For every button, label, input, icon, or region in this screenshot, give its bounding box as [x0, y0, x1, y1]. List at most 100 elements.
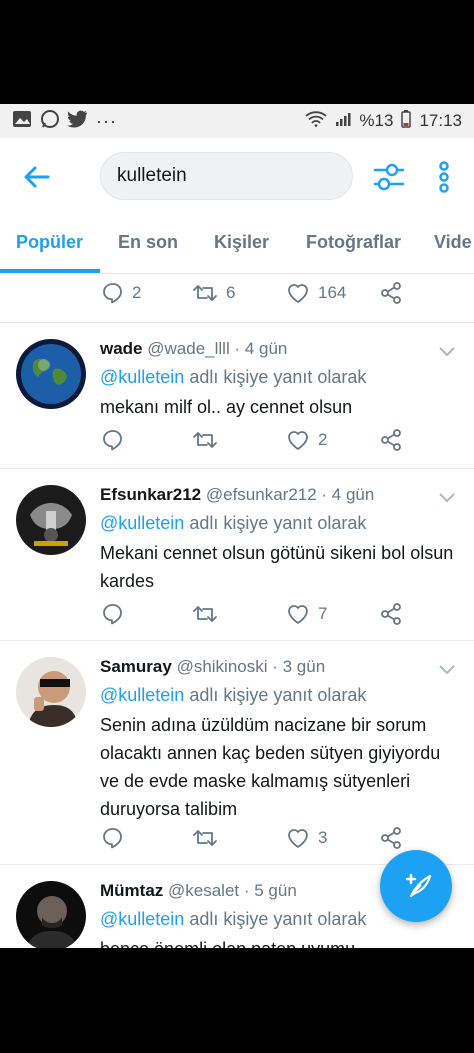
- tweet-header: wade @wade_llll · 4 gün: [100, 339, 287, 359]
- share-button[interactable]: [380, 429, 402, 451]
- chevron-down-icon[interactable]: [438, 663, 456, 675]
- like-count: 164: [318, 283, 347, 302]
- active-tab-indicator: [0, 269, 100, 273]
- retweet-icon: [192, 827, 218, 849]
- reply-context: @kulletein adlı kişiye yanıt olarak: [100, 367, 366, 388]
- tab-people[interactable]: Kişiler: [214, 232, 269, 253]
- tweet-header: Efsunkar212 @efsunkar212 · 4 gün: [100, 485, 374, 505]
- reply-context-label: adlı kişiye yanıt olarak: [184, 909, 367, 929]
- clock: 17:13: [419, 111, 462, 130]
- tab-photos[interactable]: Fotoğraflar: [306, 232, 401, 253]
- handle-and-time: @efsunkar212 · 4 gün: [205, 485, 375, 504]
- compose-feather-icon: [399, 867, 433, 906]
- search-header: kulletein: [0, 138, 474, 218]
- overflow-menu-icon[interactable]: [436, 160, 452, 194]
- tweet-text: bence önemli olan paten uyumu: [100, 935, 460, 948]
- retweet-icon: [192, 429, 218, 451]
- retweet-icon: [192, 282, 218, 304]
- tab-latest[interactable]: En son: [118, 232, 178, 253]
- reply-icon: [102, 827, 124, 849]
- tweet-text: Mekani cennet olsun götünü sikeni bol ol…: [100, 543, 454, 591]
- compose-tweet-button[interactable]: [380, 850, 452, 922]
- gallery-notification-icon: [12, 110, 32, 133]
- chevron-down-icon[interactable]: [438, 491, 456, 503]
- share-icon: [380, 429, 402, 451]
- retweet-button[interactable]: [192, 603, 218, 625]
- like-button[interactable]: 2: [286, 429, 327, 451]
- reply-context: @kulletein adlı kişiye yanıt olarak: [100, 513, 366, 534]
- tweet-actions: 7: [0, 603, 474, 633]
- more-notifications-icon: ···: [96, 110, 117, 131]
- tweet-actions: 2: [0, 429, 474, 459]
- reply-button[interactable]: [102, 827, 124, 849]
- retweet-count: 6: [226, 283, 236, 302]
- like-button[interactable]: 3: [286, 827, 327, 849]
- tweet-text: mekanı milf ol.. ay cennet olsun: [100, 397, 353, 417]
- search-filter-icon[interactable]: [372, 160, 406, 194]
- tweet[interactable]: Samuray @shikinoski · 3 gün @kulletein a…: [0, 640, 474, 864]
- app-screen: ··· %13 17:13 kulletein Popüler En son K…: [0, 104, 474, 948]
- reply-icon: [102, 282, 124, 304]
- display-name[interactable]: wade: [100, 339, 143, 358]
- battery-icon: [401, 109, 412, 133]
- like-button[interactable]: 164: [286, 282, 346, 304]
- retweet-icon: [192, 603, 218, 625]
- partial-tweet-actions: 2 6 164: [0, 282, 474, 312]
- whatsapp-notification-icon: [40, 109, 60, 134]
- tweet-header: Mümtaz @kesalet · 5 gün: [100, 881, 297, 901]
- share-icon: [380, 827, 402, 849]
- tweet[interactable]: Efsunkar212 @efsunkar212 · 4 gün @kullet…: [0, 468, 474, 640]
- avatar[interactable]: [16, 657, 86, 727]
- reply-context-label: adlı kişiye yanıt olarak: [184, 367, 367, 387]
- chevron-down-icon[interactable]: [438, 345, 456, 357]
- twitter-notification-icon: [67, 110, 88, 133]
- wifi-icon: [305, 110, 328, 132]
- avatar[interactable]: [16, 339, 86, 409]
- reply-icon: [102, 603, 124, 625]
- tab-videos[interactable]: Vide: [434, 232, 472, 253]
- retweet-button[interactable]: 6: [192, 282, 235, 304]
- share-button[interactable]: [380, 827, 402, 849]
- reply-button[interactable]: [102, 429, 124, 451]
- share-icon: [380, 603, 402, 625]
- share-button[interactable]: [380, 603, 402, 625]
- mention-link[interactable]: @kulletein: [100, 513, 184, 533]
- signal-icon: [335, 111, 351, 132]
- share-button[interactable]: [380, 282, 402, 304]
- reply-button[interactable]: [102, 603, 124, 625]
- heart-icon: [286, 827, 310, 849]
- display-name[interactable]: Efsunkar212: [100, 485, 201, 504]
- reply-context: @kulletein adlı kişiye yanıt olarak: [100, 685, 366, 706]
- reply-context: @kulletein adlı kişiye yanıt olarak: [100, 909, 366, 930]
- tweet[interactable]: wade @wade_llll · 4 gün @kulletein adlı …: [0, 322, 474, 468]
- mention-link[interactable]: @kulletein: [100, 367, 184, 387]
- avatar[interactable]: [16, 881, 86, 948]
- back-arrow-icon[interactable]: [20, 160, 54, 194]
- avatar[interactable]: [16, 485, 86, 555]
- reply-context-label: adlı kişiye yanıt olarak: [184, 685, 367, 705]
- like-count: 7: [318, 604, 328, 623]
- reply-button[interactable]: 2: [102, 282, 141, 304]
- retweet-button[interactable]: [192, 429, 218, 451]
- search-input[interactable]: kulletein: [100, 152, 353, 200]
- display-name[interactable]: Samuray: [100, 657, 172, 676]
- reply-count: 2: [132, 283, 142, 302]
- tweet-text: Senin adına üzüldüm nacizane bir sorum o…: [100, 715, 441, 819]
- heart-icon: [286, 282, 310, 304]
- retweet-button[interactable]: [192, 827, 218, 849]
- mention-link[interactable]: @kulletein: [100, 685, 184, 705]
- handle-and-time: @kesalet · 5 gün: [168, 881, 297, 900]
- handle-and-time: @shikinoski · 3 gün: [176, 657, 326, 676]
- search-tabs: Popüler En son Kişiler Fotoğraflar Vide: [0, 218, 474, 274]
- status-bar: ··· %13 17:13: [0, 104, 474, 138]
- display-name[interactable]: Mümtaz: [100, 881, 163, 900]
- tweet-header: Samuray @shikinoski · 3 gün: [100, 657, 325, 677]
- tab-popular[interactable]: Popüler: [16, 232, 83, 253]
- heart-icon: [286, 429, 310, 451]
- share-icon: [380, 282, 402, 304]
- like-button[interactable]: 7: [286, 603, 327, 625]
- battery-percentage: %13: [359, 111, 394, 130]
- heart-icon: [286, 603, 310, 625]
- handle-and-time: @wade_llll · 4 gün: [147, 339, 288, 358]
- mention-link[interactable]: @kulletein: [100, 909, 184, 929]
